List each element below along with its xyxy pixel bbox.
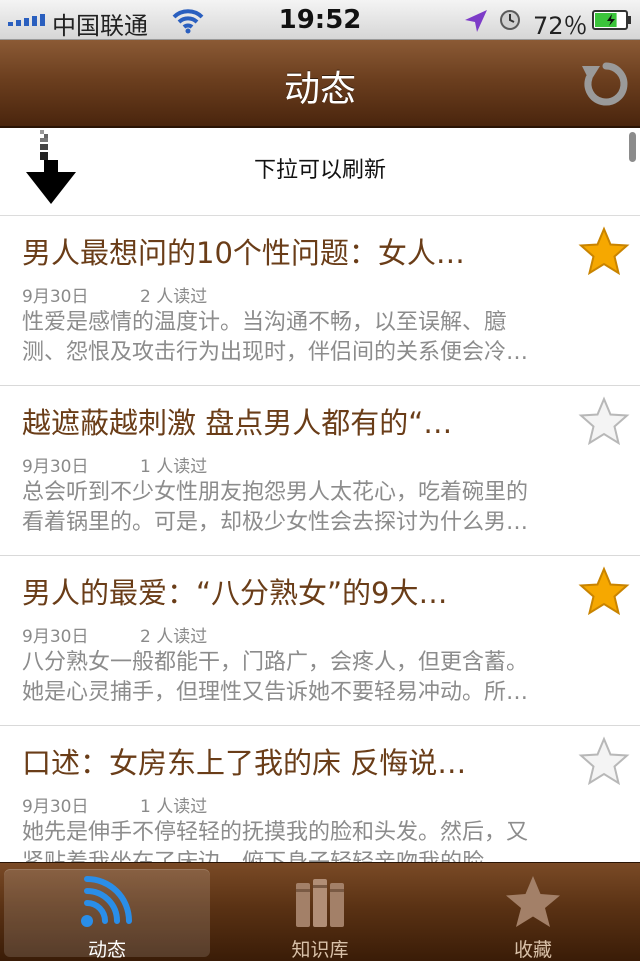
article-summary: 总会听到不少女性朋友抱怨男人太花心，吃着碗里的 看着锅里的。可是，却极少女性会去… <box>22 480 529 535</box>
tab-knowledge-base[interactable]: 知识库 <box>217 869 423 961</box>
location-arrow-icon <box>465 10 487 32</box>
favorite-star-icon[interactable] <box>578 396 630 446</box>
article-title: 口述：女房东上了我的床 反悔说… <box>22 746 467 780</box>
article-title: 男人最想问的10个性问题：女人… <box>22 236 465 270</box>
article-date: 9月30日 <box>22 627 89 647</box>
rss-icon <box>81 876 132 927</box>
article-row[interactable]: 口述：女房东上了我的床 反悔说… 9月30日 1 人读过 她先是伸手不停轻轻的抚… <box>0 726 640 862</box>
tab-label: 收藏 <box>513 939 552 961</box>
tab-label: 动态 <box>87 939 126 961</box>
article-row[interactable]: 男人最想问的10个性问题：女人… 9月30日 2 人读过 性爱是感情的温度计。当… <box>0 216 640 386</box>
tab-label: 知识库 <box>291 939 349 961</box>
tab-favorites[interactable]: 收藏 <box>430 869 636 961</box>
article-title: 男人的最爱：“八分熟女”的9大… <box>22 576 448 610</box>
read-count: 2 人读过 <box>140 627 208 647</box>
navigation-bar: 动态 <box>0 40 640 128</box>
article-date: 9月30日 <box>22 797 89 817</box>
tab-dynamic[interactable]: 动态 <box>4 869 210 961</box>
tab-bar: 动态 知识库 收藏 <box>0 862 640 961</box>
favorite-star-icon[interactable] <box>578 566 630 616</box>
favorite-star-icon[interactable] <box>578 736 630 786</box>
pull-to-refresh-label: 下拉可以刷新 <box>253 158 386 183</box>
article-list[interactable]: 下拉可以刷新 男人最想问的10个性问题：女人… 9月30日 2 人读过 性爱是感… <box>0 128 640 862</box>
status-bar: 中国联通 19:52 72％ <box>0 0 640 40</box>
favorite-star-icon[interactable] <box>578 226 630 276</box>
alarm-clock-icon <box>500 10 520 30</box>
page-title: 动态 <box>283 69 356 110</box>
battery-icon <box>592 10 631 30</box>
books-icon <box>296 879 344 927</box>
article-title: 越遮蔽越刺激 盘点男人都有的“… <box>22 406 453 440</box>
article-row[interactable]: 越遮蔽越刺激 盘点男人都有的“… 9月30日 1 人读过 总会听到不少女性朋友抱… <box>0 386 640 556</box>
article-summary: 八分熟女一般都能干，门路广，会疼人，但更含蓄。 她是心灵捕手，但理性又告诉她不要… <box>22 650 529 705</box>
article-date: 9月30日 <box>22 457 89 477</box>
read-count: 1 人读过 <box>140 797 208 817</box>
article-date: 9月30日 <box>22 287 89 307</box>
refresh-button[interactable] <box>580 56 632 112</box>
read-count: 1 人读过 <box>140 457 208 477</box>
article-summary: 她先是伸手不停轻轻的抚摸我的脸和头发。然后，又 紧贴着我坐在了床边，俯下身子轻轻… <box>22 820 529 862</box>
battery-percent: 72％ <box>533 12 588 40</box>
article-summary: 性爱是感情的温度计。当沟通不畅，以至误解、臆 测、怨恨及攻击行为出现时，伴侣间的… <box>22 310 529 365</box>
scrollbar[interactable] <box>629 132 636 162</box>
article-row[interactable]: 男人的最爱：“八分熟女”的9大… 9月30日 2 人读过 八分熟女一般都能干，门… <box>0 556 640 726</box>
pull-to-refresh: 下拉可以刷新 <box>0 128 640 216</box>
star-icon <box>506 876 560 927</box>
read-count: 2 人读过 <box>140 287 208 307</box>
